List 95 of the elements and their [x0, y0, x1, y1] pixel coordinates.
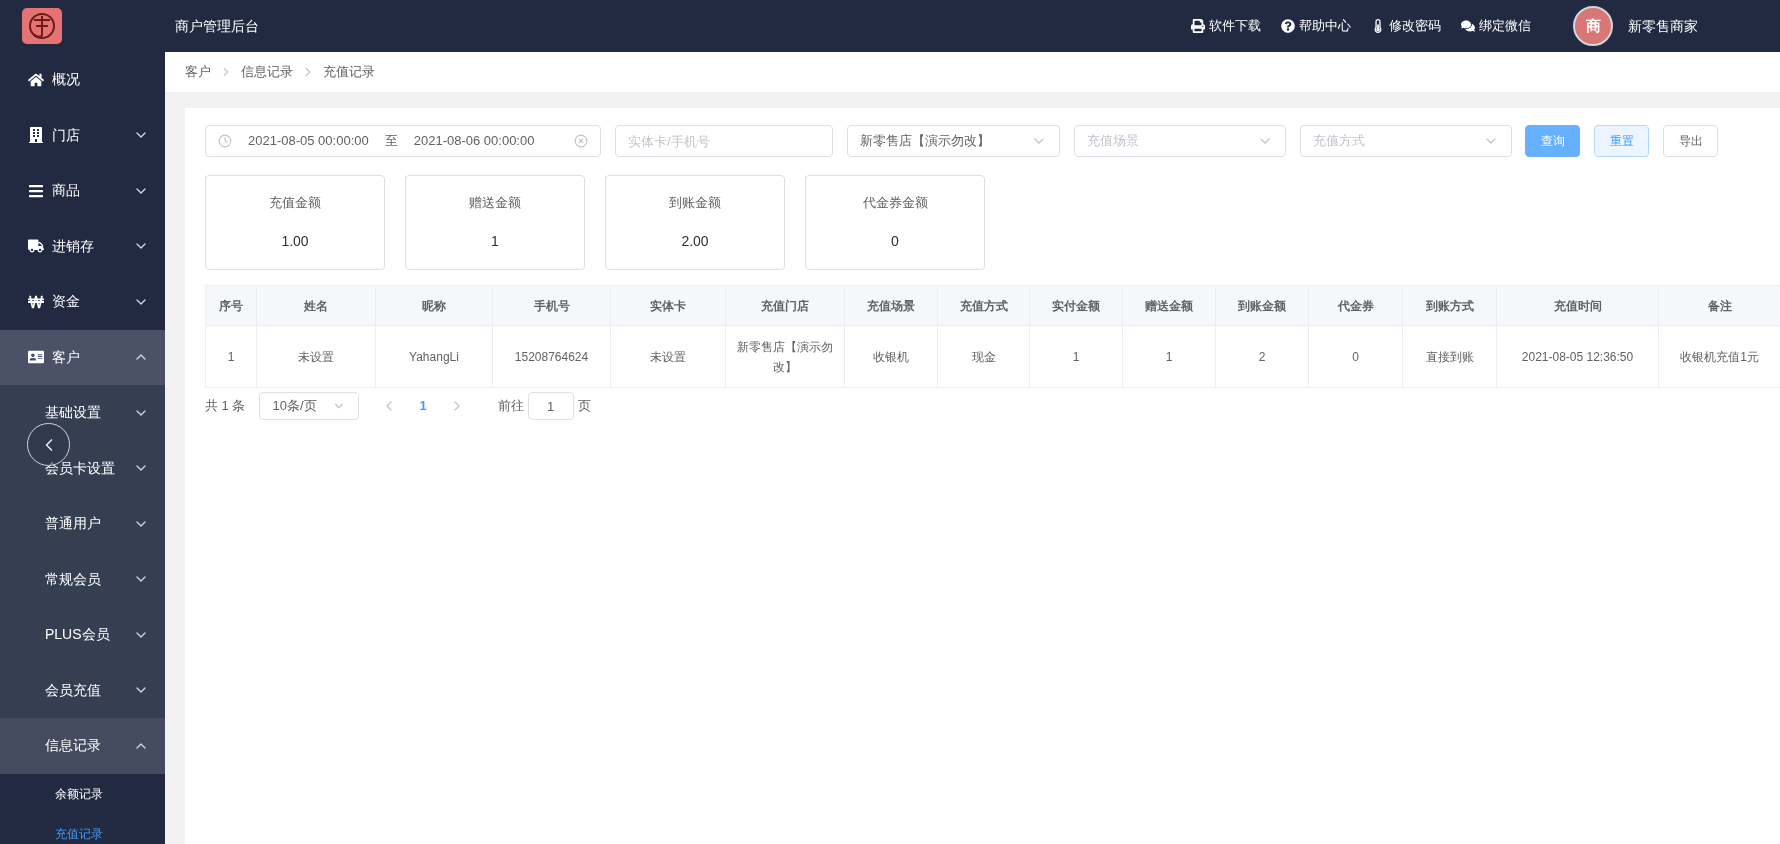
column-header: 昵称 [375, 285, 493, 326]
submenu-label: 会员充值 [45, 680, 101, 700]
column-header: 手机号 [492, 285, 611, 326]
header-link[interactable]: 绑定微信 [1461, 16, 1531, 36]
header-link[interactable]: 帮助中心 [1281, 16, 1351, 36]
select-field[interactable]: 新零售店【演示勿改】 [847, 125, 1060, 157]
header-link[interactable]: 修改密码 [1371, 16, 1441, 36]
column-header: 实付金额 [1029, 285, 1123, 326]
submenu-item[interactable]: PLUS会员 [0, 607, 165, 663]
home-icon [28, 71, 44, 88]
card-search-field[interactable]: 实体卡/手机号 [615, 125, 833, 157]
sidebar-item[interactable]: 进销存 [0, 218, 165, 274]
column-header: 代金券 [1308, 285, 1403, 326]
column-header: 充值场景 [844, 285, 938, 326]
submenu-item[interactable]: 基础设置 [0, 385, 165, 441]
submenu-item[interactable]: 常规会员 [0, 551, 165, 607]
summary-label: 赠送金额 [469, 194, 521, 213]
table-cell: 2 [1215, 325, 1309, 388]
submenu-label: PLUS会员 [45, 625, 110, 645]
breadcrumb-item[interactable]: 客户 [185, 62, 211, 82]
table-cell: 新零售店【演示勿改】 [725, 325, 845, 388]
sidebar-item[interactable]: 门店 [0, 107, 165, 163]
column-header: 姓名 [256, 285, 376, 326]
table-cell: 2021-08-05 12:36:50 [1496, 325, 1659, 388]
date-range-field[interactable]: 2021-08-05 00:00:00 至 2021-08-06 00:00:00 [205, 125, 601, 157]
goto-label: 前往 [497, 397, 524, 416]
truck-icon [28, 238, 44, 255]
table-cell: 现金 [937, 325, 1030, 388]
table-cell: 1 [205, 325, 257, 388]
header-link[interactable]: 软件下载 [1191, 16, 1261, 36]
sidebar-label: 概况 [52, 70, 80, 90]
chat-icon [1461, 19, 1475, 33]
column-header: 到账金额 [1215, 285, 1309, 326]
clock-icon [218, 134, 232, 148]
submenu-label: 常规会员 [45, 569, 101, 589]
help-icon [1281, 19, 1295, 33]
column-header: 实体卡 [610, 285, 726, 326]
table-cell: 直接到账 [1402, 325, 1497, 388]
menu-icon [28, 182, 44, 199]
column-header: 充值时间 [1496, 285, 1659, 326]
breadcrumb-item: 充值记录 [323, 63, 375, 82]
column-header: 充值方式 [937, 285, 1030, 326]
sidebar-label: 客户 [52, 347, 80, 367]
submenu-item[interactable]: 普通用户 [0, 496, 165, 552]
submenu-item[interactable]: 会员充值 [0, 662, 165, 718]
building-icon [28, 127, 44, 144]
goto-page-field[interactable]: 1 [527, 392, 574, 420]
column-header: 备注 [1658, 285, 1780, 326]
app-title: 商户管理后台 [175, 16, 259, 36]
summary-label: 充值金额 [269, 194, 321, 213]
submenu-item[interactable]: 会员卡设置 [0, 440, 165, 496]
table-cell: 未设置 [256, 325, 376, 388]
table-cell: 1 [1029, 325, 1123, 388]
total-count: 共 1 条 [205, 397, 246, 416]
breadcrumb-item[interactable]: 信息记录 [241, 62, 293, 82]
page-suffix: 页 [577, 397, 591, 416]
sidebar-label: 商品 [52, 181, 80, 201]
column-header: 赠送金额 [1122, 285, 1216, 326]
clear-icon [574, 134, 588, 148]
sidebar-item[interactable]: 概况 [0, 52, 165, 108]
sidebar-label: 资金 [52, 292, 80, 312]
summary-value: 0 [891, 231, 899, 251]
table-cell: 0 [1308, 325, 1403, 388]
submenu-label: 基础设置 [45, 403, 101, 423]
table-cell: 1 [1122, 325, 1216, 388]
submenu-link[interactable]: 余额记录 [0, 773, 165, 814]
id-card-icon [28, 349, 44, 366]
sidebar-label: 进销存 [52, 236, 94, 256]
sidebar-item[interactable]: 资金 [0, 274, 165, 330]
summary-value: 2.00 [681, 231, 709, 251]
action-button[interactable]: 导出 [1663, 125, 1718, 157]
column-header: 充值门店 [725, 285, 845, 326]
sidebar-label: 门店 [52, 125, 80, 145]
submenu-label: 信息记录 [45, 736, 101, 756]
summary-label: 到账金额 [669, 194, 721, 213]
won-icon [28, 293, 44, 310]
submenu-label: 会员卡设置 [45, 458, 115, 478]
table-cell: 收银机 [844, 325, 938, 388]
table-cell: 未设置 [610, 325, 726, 388]
summary-value: 1.00 [281, 231, 309, 251]
printer-icon [1191, 19, 1205, 33]
submenu-item[interactable]: 信息记录 [0, 718, 165, 774]
user-name: 新零售商家 [1628, 16, 1698, 36]
logo-icon [22, 8, 62, 44]
table-cell: YahangLi [375, 325, 493, 388]
page-size-select[interactable]: 10条/页 [259, 392, 360, 420]
column-header: 序号 [205, 285, 257, 326]
sidebar-item[interactable]: 客户 [0, 329, 165, 385]
submenu-label: 普通用户 [45, 514, 101, 534]
submenu-link[interactable]: 充值记录 [0, 813, 165, 844]
summary-value: 1 [491, 231, 499, 251]
sidebar-item[interactable]: 商品 [0, 163, 165, 219]
summary-label: 代金券金额 [862, 194, 928, 213]
column-header: 到账方式 [1402, 285, 1497, 326]
table-cell: 15208764624 [492, 325, 611, 388]
